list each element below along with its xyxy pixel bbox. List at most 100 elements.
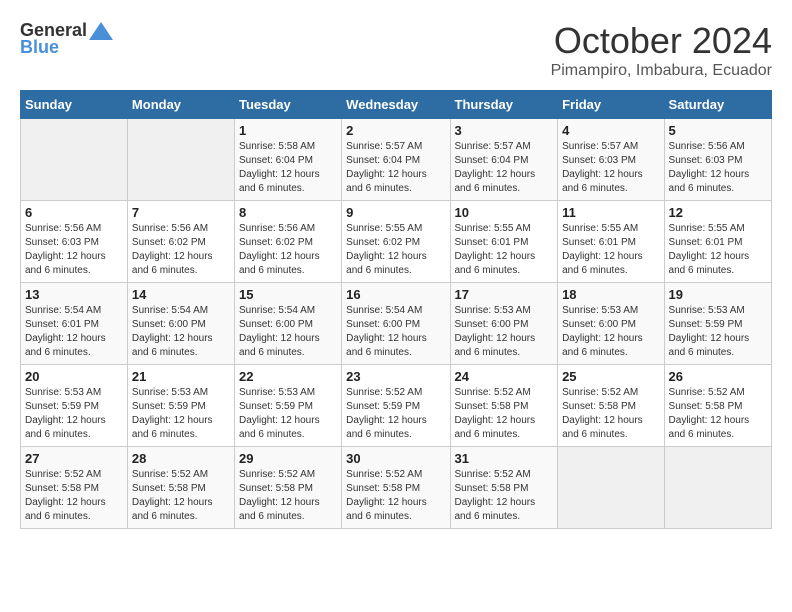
month-title: October 2024 [551, 20, 772, 62]
calendar-cell: 10 Sunrise: 5:55 AMSunset: 6:01 PMDayligh… [450, 201, 558, 283]
day-number: 25 [562, 369, 659, 384]
day-number: 3 [455, 123, 554, 138]
calendar-cell: 19 Sunrise: 5:53 AMSunset: 5:59 PMDayligh… [664, 283, 771, 365]
cell-info: Sunrise: 5:53 AMSunset: 6:00 PMDaylight:… [562, 304, 659, 360]
calendar-cell: 30 Sunrise: 5:52 AMSunset: 5:58 PMDayligh… [342, 447, 450, 529]
calendar-cell: 12Sunrise: 5:55 AMSunset: 6:01 PMDayligh… [664, 201, 771, 283]
cell-info: Sunrise: 5:52 AMSunset: 5:58 PMDaylight:… [562, 386, 659, 442]
day-number: 22 [239, 369, 337, 384]
calendar-cell [558, 447, 664, 529]
day-number: 24 [455, 369, 554, 384]
day-number: 10 [455, 205, 554, 220]
day-number: 18 [562, 287, 659, 302]
header-sunday: Sunday [21, 91, 128, 119]
calendar-cell: 2Sunrise: 5:57 AMSunset: 6:04 PMDaylight… [342, 119, 450, 201]
calendar-cell: 22 Sunrise: 5:53 AMSunset: 5:59 PMDayligh… [234, 365, 341, 447]
cell-info: Sunrise: 5:52 AMSunset: 5:58 PMDaylight:… [455, 386, 554, 442]
day-number: 19 [669, 287, 767, 302]
calendar-cell: 18 Sunrise: 5:53 AMSunset: 6:00 PMDayligh… [558, 283, 664, 365]
cell-info: Sunrise: 5:54 AMSunset: 6:00 PMDaylight:… [132, 304, 230, 360]
calendar-cell: 17 Sunrise: 5:53 AMSunset: 6:00 PMDayligh… [450, 283, 558, 365]
day-number: 5 [669, 123, 767, 138]
day-number: 1 [239, 123, 337, 138]
cell-info: Sunrise: 5:56 AMSunset: 6:02 PMDaylight:… [239, 222, 337, 278]
cell-info: Sunrise: 5:53 AMSunset: 6:00 PMDaylight:… [455, 304, 554, 360]
header-thursday: Thursday [450, 91, 558, 119]
cell-info: Sunrise: 5:55 AMSunset: 6:01 PMDaylight:… [669, 222, 767, 278]
day-number: 14 [132, 287, 230, 302]
header-saturday: Saturday [664, 91, 771, 119]
day-number: 23 [346, 369, 445, 384]
cell-info: Sunrise: 5:52 AMSunset: 5:58 PMDaylight:… [132, 468, 230, 524]
cell-info: Sunrise: 5:52 AMSunset: 5:58 PMDaylight:… [346, 468, 445, 524]
calendar-cell: 21Sunrise: 5:53 AMSunset: 5:59 PMDayligh… [127, 365, 234, 447]
cell-info: Sunrise: 5:58 AMSunset: 6:04 PMDaylight:… [239, 140, 337, 196]
calendar-cell [21, 119, 128, 201]
calendar-cell: 28 Sunrise: 5:52 AMSunset: 5:58 PMDayligh… [127, 447, 234, 529]
cell-info: Sunrise: 5:55 AMSunset: 6:02 PMDaylight:… [346, 222, 445, 278]
cell-info: Sunrise: 5:56 AMSunset: 6:03 PMDaylight:… [669, 140, 767, 196]
day-number: 11 [562, 205, 659, 220]
cell-info: Sunrise: 5:53 AMSunset: 5:59 PMDaylight:… [669, 304, 767, 360]
cell-info: Sunrise: 5:53 AMSunset: 5:59 PMDaylight:… [25, 386, 123, 442]
calendar-cell: 3 Sunrise: 5:57 AMSunset: 6:04 PMDaylight… [450, 119, 558, 201]
calendar-cell: 16 Sunrise: 5:54 AMSunset: 6:00 PMDayligh… [342, 283, 450, 365]
week-row-4: 20 Sunrise: 5:53 AMSunset: 5:59 PMDayligh… [21, 365, 772, 447]
day-number: 8 [239, 205, 337, 220]
calendar-cell: 1 Sunrise: 5:58 AMSunset: 6:04 PMDaylight… [234, 119, 341, 201]
cell-info: Sunrise: 5:57 AMSunset: 6:04 PMDaylight:… [455, 140, 554, 196]
calendar-cell: 5 Sunrise: 5:56 AMSunset: 6:03 PMDaylight… [664, 119, 771, 201]
week-row-3: 13 Sunrise: 5:54 AMSunset: 6:01 PMDayligh… [21, 283, 772, 365]
header-tuesday: Tuesday [234, 91, 341, 119]
calendar-cell: 23 Sunrise: 5:52 AMSunset: 5:59 PMDayligh… [342, 365, 450, 447]
calendar-cell: 26Sunrise: 5:52 AMSunset: 5:58 PMDayligh… [664, 365, 771, 447]
cell-info: Sunrise: 5:55 AMSunset: 6:01 PMDaylight:… [455, 222, 554, 278]
day-number: 29 [239, 451, 337, 466]
cell-info: Sunrise: 5:54 AMSunset: 6:00 PMDaylight:… [239, 304, 337, 360]
cell-info: Sunrise: 5:55 AMSunset: 6:01 PMDaylight:… [562, 222, 659, 278]
day-number: 28 [132, 451, 230, 466]
day-number: 30 [346, 451, 445, 466]
calendar-cell: 15Sunrise: 5:54 AMSunset: 6:00 PMDayligh… [234, 283, 341, 365]
calendar-cell: 29 Sunrise: 5:52 AMSunset: 5:58 PMDayligh… [234, 447, 341, 529]
calendar-cell: 13 Sunrise: 5:54 AMSunset: 6:01 PMDayligh… [21, 283, 128, 365]
cell-info: Sunrise: 5:52 AMSunset: 5:58 PMDaylight:… [669, 386, 767, 442]
cell-info: Sunrise: 5:52 AMSunset: 5:58 PMDaylight:… [25, 468, 123, 524]
calendar-cell: 20 Sunrise: 5:53 AMSunset: 5:59 PMDayligh… [21, 365, 128, 447]
cell-info: Sunrise: 5:52 AMSunset: 5:59 PMDaylight:… [346, 386, 445, 442]
day-number: 2 [346, 123, 445, 138]
week-row-2: 6 Sunrise: 5:56 AMSunset: 6:03 PMDaylight… [21, 201, 772, 283]
day-number: 9 [346, 205, 445, 220]
calendar-cell: 25 Sunrise: 5:52 AMSunset: 5:58 PMDayligh… [558, 365, 664, 447]
cell-info: Sunrise: 5:56 AMSunset: 6:03 PMDaylight:… [25, 222, 123, 278]
cell-info: Sunrise: 5:56 AMSunset: 6:02 PMDaylight:… [132, 222, 230, 278]
calendar-cell: 14 Sunrise: 5:54 AMSunset: 6:00 PMDayligh… [127, 283, 234, 365]
day-number: 4 [562, 123, 659, 138]
calendar-cell: 27 Sunrise: 5:52 AMSunset: 5:58 PMDayligh… [21, 447, 128, 529]
calendar-table: SundayMondayTuesdayWednesdayThursdayFrid… [20, 90, 772, 529]
calendar-cell: 6 Sunrise: 5:56 AMSunset: 6:03 PMDaylight… [21, 201, 128, 283]
day-number: 13 [25, 287, 123, 302]
week-row-5: 27 Sunrise: 5:52 AMSunset: 5:58 PMDayligh… [21, 447, 772, 529]
day-number: 27 [25, 451, 123, 466]
day-number: 31 [455, 451, 554, 466]
header: General Blue October 2024 Pimampiro, Imb… [20, 20, 772, 80]
logo: General Blue [20, 20, 115, 58]
cell-info: Sunrise: 5:53 AMSunset: 5:59 PMDaylight:… [239, 386, 337, 442]
calendar-cell [664, 447, 771, 529]
cell-info: Sunrise: 5:57 AMSunset: 6:03 PMDaylight:… [562, 140, 659, 196]
logo-icon [89, 22, 113, 40]
logo-blue: Blue [20, 37, 59, 58]
calendar-cell [127, 119, 234, 201]
cell-info: Sunrise: 5:54 AMSunset: 6:01 PMDaylight:… [25, 304, 123, 360]
day-number: 6 [25, 205, 123, 220]
calendar-cell: 31 Sunrise: 5:52 AMSunset: 5:58 PMDayligh… [450, 447, 558, 529]
day-number: 17 [455, 287, 554, 302]
day-number: 20 [25, 369, 123, 384]
cell-info: Sunrise: 5:52 AMSunset: 5:58 PMDaylight:… [455, 468, 554, 524]
day-number: 16 [346, 287, 445, 302]
cell-info: Sunrise: 5:54 AMSunset: 6:00 PMDaylight:… [346, 304, 445, 360]
day-number: 7 [132, 205, 230, 220]
calendar-cell: 7 Sunrise: 5:56 AMSunset: 6:02 PMDaylight… [127, 201, 234, 283]
cell-info: Sunrise: 5:52 AMSunset: 5:58 PMDaylight:… [239, 468, 337, 524]
